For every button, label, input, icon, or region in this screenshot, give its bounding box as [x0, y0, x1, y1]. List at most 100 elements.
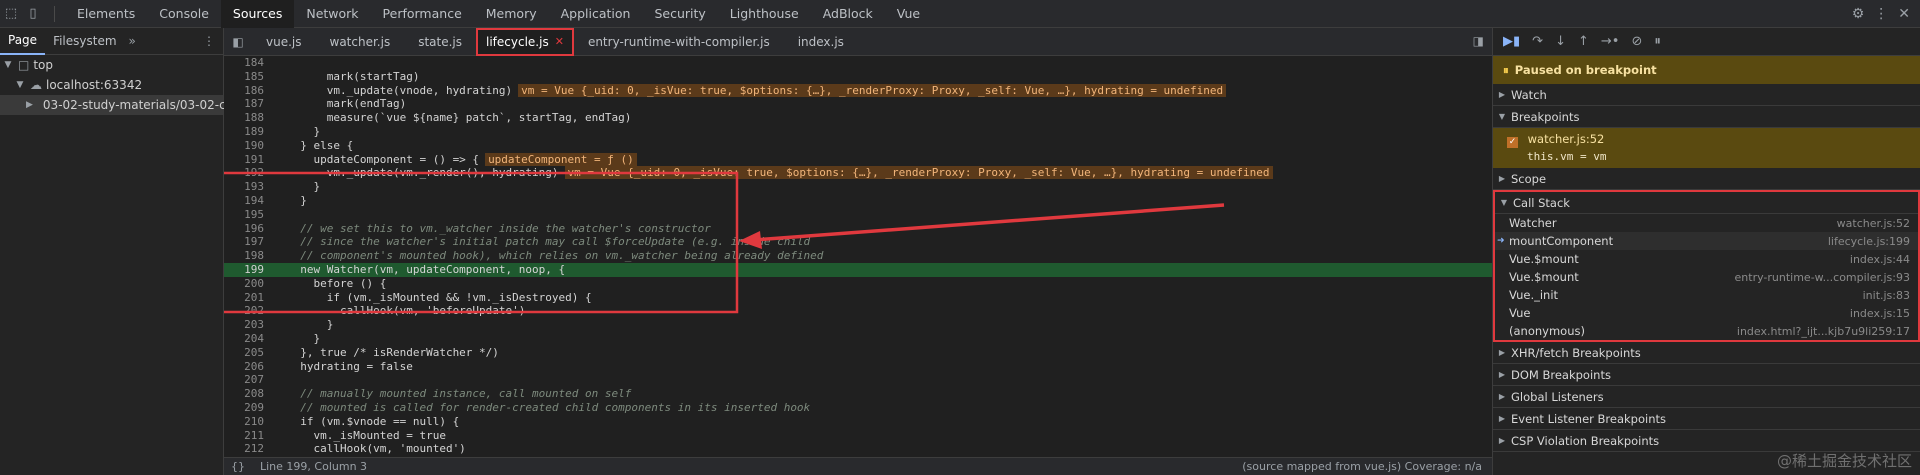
breakpoint-item[interactable]: ✓ watcher.js:52 this.vm = vm — [1493, 128, 1920, 168]
line-number[interactable]: 195 — [224, 208, 264, 222]
call-frame-location[interactable]: index.js:44 — [1850, 253, 1910, 266]
chevron-down-icon[interactable]: ▼ — [2, 60, 14, 70]
close-icon[interactable]: ✕ — [1898, 6, 1910, 22]
resume-icon[interactable]: ▶▮ — [1503, 34, 1520, 49]
call-frame-location[interactable]: entry-runtime-w...compiler.js:93 — [1735, 271, 1910, 284]
step-icon[interactable]: →• — [1601, 34, 1620, 49]
line-number[interactable]: 208 — [224, 387, 264, 401]
line-number[interactable]: 186 — [224, 84, 264, 98]
line-number[interactable]: 187 — [224, 97, 264, 111]
call-frame-location[interactable]: init.js:83 — [1863, 289, 1910, 302]
code-line[interactable]: 187 mark(endTag) — [224, 97, 1492, 111]
file-tab-entry-runtime[interactable]: entry-runtime-with-compiler.js — [574, 28, 784, 56]
toggle-debugger-icon[interactable]: ◨ — [1473, 34, 1484, 48]
file-tab-index[interactable]: index.js — [784, 28, 858, 56]
code-line[interactable]: 202 callHook(vm, 'beforeUpdate') — [224, 304, 1492, 318]
section-event-listener-breakpoints[interactable]: ▶ Event Listener Breakpoints — [1493, 408, 1920, 430]
line-number[interactable]: 188 — [224, 111, 264, 125]
code-line[interactable]: 189 } — [224, 125, 1492, 139]
nav-tab-page[interactable]: Page — [0, 28, 46, 55]
tab-lighthouse[interactable]: Lighthouse — [718, 0, 811, 28]
pause-on-exceptions-icon[interactable]: ⏸ — [1654, 34, 1661, 49]
code-line[interactable]: 208 // manually mounted instance, call m… — [224, 387, 1492, 401]
code-line[interactable]: 197 // since the watcher's initial patch… — [224, 235, 1492, 249]
code-line[interactable]: 207 — [224, 373, 1492, 387]
line-number[interactable]: 206 — [224, 360, 264, 374]
code-area[interactable]: 184 185 mark(startTag) 186 vm._update(vnod… — [224, 56, 1492, 457]
line-number[interactable]: 199 — [224, 263, 264, 277]
line-number[interactable]: 200 — [224, 277, 264, 291]
tab-console[interactable]: Console — [147, 0, 221, 28]
line-number[interactable]: 194 — [224, 194, 264, 208]
line-number[interactable]: 189 — [224, 125, 264, 139]
line-number[interactable]: 204 — [224, 332, 264, 346]
code-line[interactable]: 199 new Watcher(vm, updateComponent, noo… — [224, 263, 1492, 277]
code-line[interactable]: 191 updateComponent = () => {updateCompo… — [224, 152, 1492, 167]
call-frame[interactable]: Vue.$mount index.js:44 — [1495, 250, 1918, 268]
file-tab-watcher[interactable]: watcher.js — [316, 28, 405, 56]
deactivate-breakpoints-icon[interactable]: ⊘ — [1631, 34, 1642, 49]
section-global-listeners[interactable]: ▶ Global Listeners — [1493, 386, 1920, 408]
tab-adblock[interactable]: AdBlock — [811, 0, 885, 28]
tab-network[interactable]: Network — [294, 0, 370, 28]
file-tab-vue[interactable]: vue.js — [252, 28, 316, 56]
call-frame[interactable]: ➜ mountComponent lifecycle.js:199 — [1495, 232, 1918, 250]
tree-item-localhost[interactable]: ▼ ☁ localhost:63342 — [0, 75, 223, 95]
gear-icon[interactable]: ⚙ — [1852, 6, 1865, 22]
step-out-icon[interactable]: ↑ — [1578, 34, 1589, 49]
device-toolbar-icon[interactable]: ▯ — [22, 0, 44, 28]
tab-elements[interactable]: Elements — [65, 0, 147, 28]
line-number[interactable]: 190 — [224, 139, 264, 153]
line-number[interactable]: 209 — [224, 401, 264, 415]
line-number[interactable]: 212 — [224, 442, 264, 456]
code-line[interactable]: 206 hydrating = false — [224, 360, 1492, 374]
call-frame[interactable]: Vue.$mount entry-runtime-w...compiler.js:… — [1495, 268, 1918, 286]
code-line[interactable]: 204 } — [224, 332, 1492, 346]
pretty-print-icon[interactable]: {} — [224, 460, 252, 473]
code-line[interactable]: 184 — [224, 56, 1492, 70]
nav-tab-filesystem[interactable]: Filesystem — [45, 28, 124, 55]
code-line[interactable]: 185 mark(startTag) — [224, 70, 1492, 84]
tab-sources[interactable]: Sources — [220, 0, 295, 28]
line-number[interactable]: 193 — [224, 180, 264, 194]
line-number[interactable]: 192 — [224, 166, 264, 180]
line-number[interactable]: 202 — [224, 304, 264, 318]
code-line[interactable]: 212 callHook(vm, 'mounted') — [224, 442, 1492, 456]
tab-application[interactable]: Application — [549, 0, 643, 28]
line-number[interactable]: 198 — [224, 249, 264, 263]
call-frame-location[interactable]: lifecycle.js:199 — [1828, 235, 1910, 248]
code-line[interactable]: 209 // mounted is called for render-crea… — [224, 401, 1492, 415]
code-line[interactable]: 203 } — [224, 318, 1492, 332]
breakpoint-checkbox[interactable]: ✓ — [1507, 137, 1518, 148]
line-number[interactable]: 205 — [224, 346, 264, 360]
more-tabs-icon[interactable]: » — [129, 34, 136, 48]
section-csp-violation-breakpoints[interactable]: ▶ CSP Violation Breakpoints — [1493, 430, 1920, 452]
more-options-icon[interactable]: ⋮ — [1874, 6, 1888, 22]
line-number[interactable]: 210 — [224, 415, 264, 429]
line-number[interactable]: 207 — [224, 373, 264, 387]
toggle-navigator-icon[interactable]: ◧ — [224, 35, 252, 49]
tree-item-top[interactable]: ▼ □ top — [0, 55, 223, 75]
line-number[interactable]: 184 — [224, 56, 264, 70]
code-line[interactable]: 201 if (vm._isMounted && !vm._isDestroye… — [224, 291, 1492, 305]
code-line[interactable]: 200 before () { — [224, 277, 1492, 291]
code-line[interactable]: 190 } else { — [224, 139, 1492, 153]
code-line[interactable]: 198 // component's mounted hook), which … — [224, 249, 1492, 263]
file-tab-state[interactable]: state.js — [404, 28, 476, 56]
section-breakpoints[interactable]: ▼ Breakpoints — [1493, 106, 1920, 128]
line-number[interactable]: 203 — [224, 318, 264, 332]
call-frame[interactable]: Vue._init init.js:83 — [1495, 286, 1918, 304]
section-call-stack[interactable]: ▼ Call Stack — [1495, 192, 1918, 214]
call-frame[interactable]: Vue index.js:15 — [1495, 304, 1918, 322]
line-number[interactable]: 197 — [224, 235, 264, 249]
code-line[interactable]: 188 measure(`vue ${name} patch`, startTa… — [224, 111, 1492, 125]
tree-item-folder[interactable]: ▶ 03-02-study-materials/03-02-c — [0, 95, 226, 115]
tab-memory[interactable]: Memory — [474, 0, 549, 28]
code-line[interactable]: 210 if (vm.$vnode == null) { — [224, 415, 1492, 429]
chevron-down-icon[interactable]: ▼ — [14, 80, 26, 90]
step-into-icon[interactable]: ↓ — [1555, 34, 1566, 49]
line-number[interactable]: 196 — [224, 222, 264, 236]
close-tab-icon[interactable]: ✕ — [555, 35, 564, 48]
line-number[interactable]: 185 — [224, 70, 264, 84]
code-line[interactable]: 211 vm._isMounted = true — [224, 429, 1492, 443]
